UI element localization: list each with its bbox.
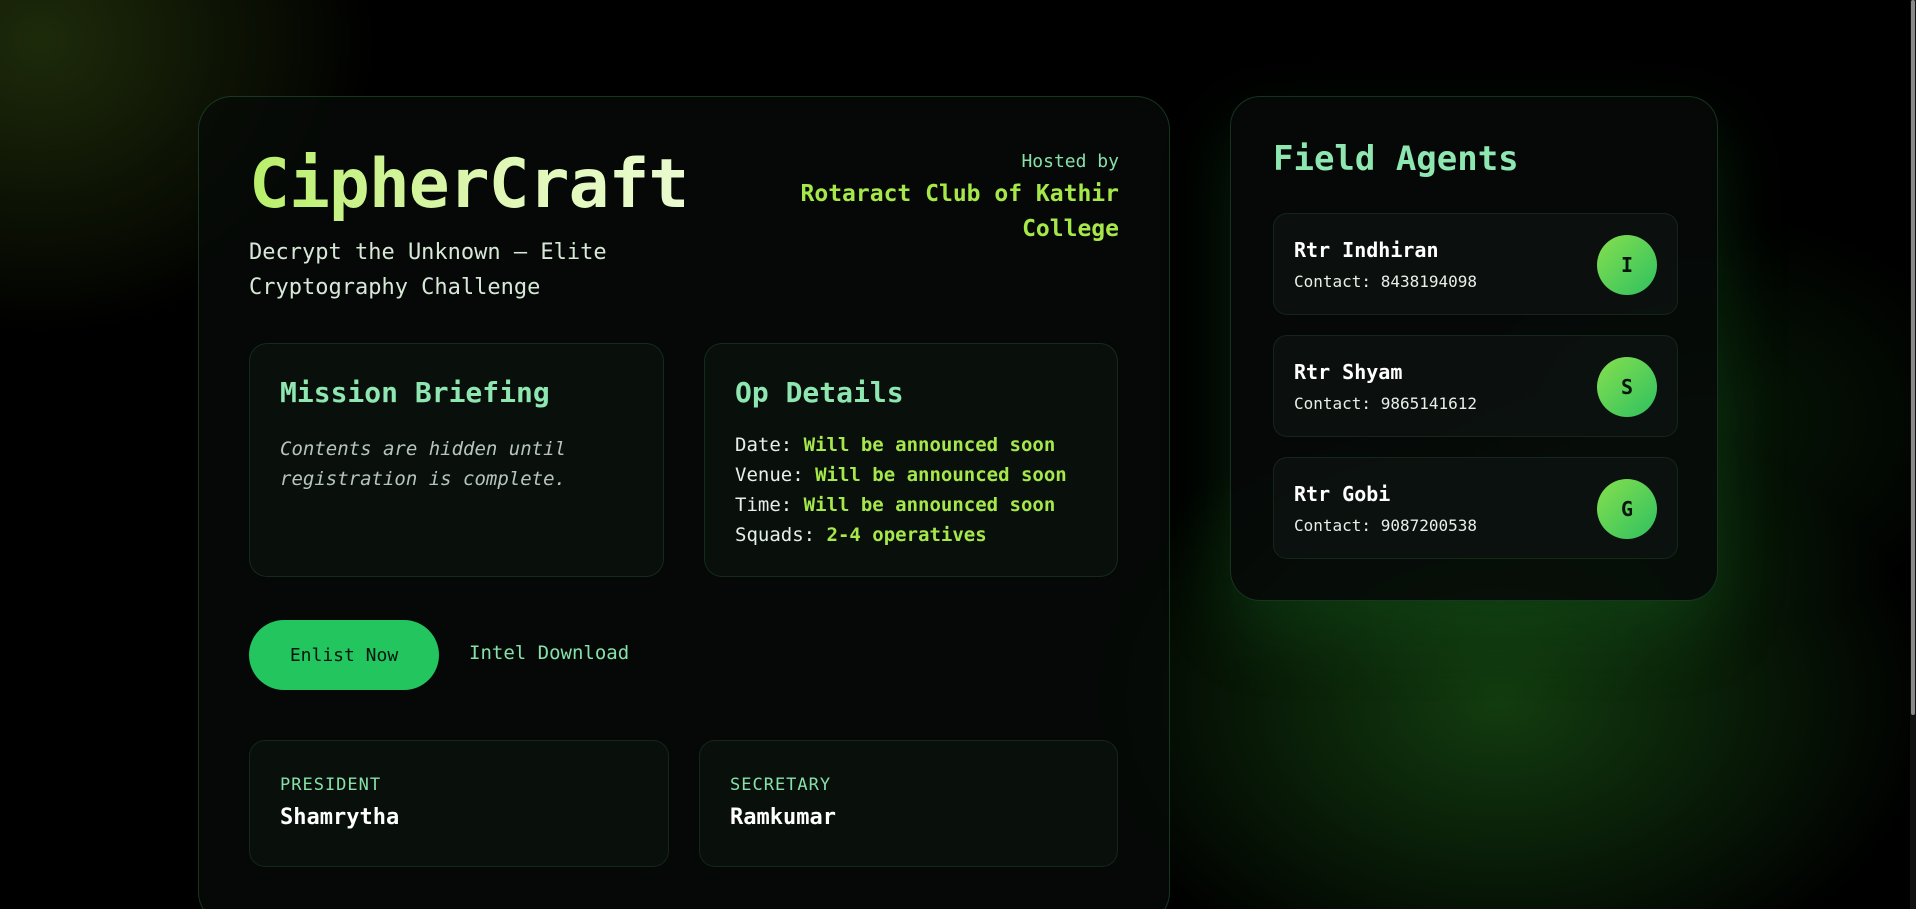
agent-contact: Contact: 9865141612 [1294, 394, 1478, 413]
op-detail-value: 2-4 operatives [826, 524, 987, 546]
agent-contact: Contact: 9087200538 [1294, 516, 1478, 535]
president-card: PRESIDENT Shamrytha [249, 740, 669, 867]
page-scrollbar[interactable] [1910, 0, 1916, 909]
op-detail-value: Will be announced soon [815, 464, 1067, 486]
event-title: CipherCraft [249, 145, 689, 224]
op-details-panel: Op Details Date: Will be announced soon … [704, 343, 1118, 577]
op-detail-label: Time: [735, 494, 793, 516]
avatar: I [1597, 235, 1657, 295]
avatar: S [1597, 357, 1657, 417]
mission-briefing-title: Mission Briefing [280, 376, 550, 409]
op-details-title: Op Details [735, 376, 904, 409]
agent-item: Rtr Indhiran Contact: 8438194098 I [1273, 213, 1678, 315]
host-name: Rotaract Club of Kathir College [800, 181, 1120, 242]
op-detail-time: Time: Will be announced soon [735, 490, 1067, 520]
agent-contact: Contact: 8438194098 [1294, 272, 1478, 291]
agent-name: Rtr Gobi [1294, 482, 1391, 506]
agent-name: Rtr Indhiran [1294, 238, 1439, 262]
op-detail-label: Squads: [735, 524, 816, 546]
op-detail-value: Will be announced soon [803, 494, 1056, 516]
op-detail-venue: Venue: Will be announced soon [735, 460, 1067, 490]
op-details-list: Date: Will be announced soon Venue: Will… [735, 430, 1067, 550]
op-detail-date: Date: Will be announced soon [735, 430, 1067, 460]
agent-name: Rtr Shyam [1294, 360, 1403, 384]
page-background: CipherCraft Decrypt the Unknown — Elite … [0, 0, 1916, 909]
agent-item: Rtr Shyam Contact: 9865141612 S [1273, 335, 1678, 437]
role-name: Ramkumar [730, 805, 836, 830]
event-card: CipherCraft Decrypt the Unknown — Elite … [198, 96, 1170, 909]
intel-download-link[interactable]: Intel Download [469, 642, 629, 664]
field-agents-title: Field Agents [1273, 139, 1519, 179]
mission-briefing-panel: Mission Briefing Contents are hidden unt… [249, 343, 664, 577]
op-detail-label: Venue: [735, 464, 804, 486]
avatar: G [1597, 479, 1657, 539]
op-detail-squads: Squads: 2-4 operatives [735, 520, 1067, 550]
mission-briefing-text: Contents are hidden until registration i… [280, 438, 566, 490]
field-agents-card: Field Agents Rtr Indhiran Contact: 84381… [1230, 96, 1718, 601]
hosted-by-label: Hosted by [1021, 151, 1119, 172]
event-subtitle: Decrypt the Unknown — Elite Cryptography… [249, 240, 607, 300]
secretary-card: SECRETARY Ramkumar [699, 740, 1118, 867]
agent-item: Rtr Gobi Contact: 9087200538 G [1273, 457, 1678, 559]
role-label: SECRETARY [730, 775, 832, 795]
role-label: PRESIDENT [280, 775, 382, 795]
role-name: Shamrytha [280, 805, 400, 830]
op-detail-value: Will be announced soon [803, 434, 1056, 456]
enlist-now-button[interactable]: Enlist Now [249, 620, 439, 690]
scrollbar-thumb[interactable] [1911, 0, 1915, 715]
op-detail-label: Date: [735, 434, 793, 456]
